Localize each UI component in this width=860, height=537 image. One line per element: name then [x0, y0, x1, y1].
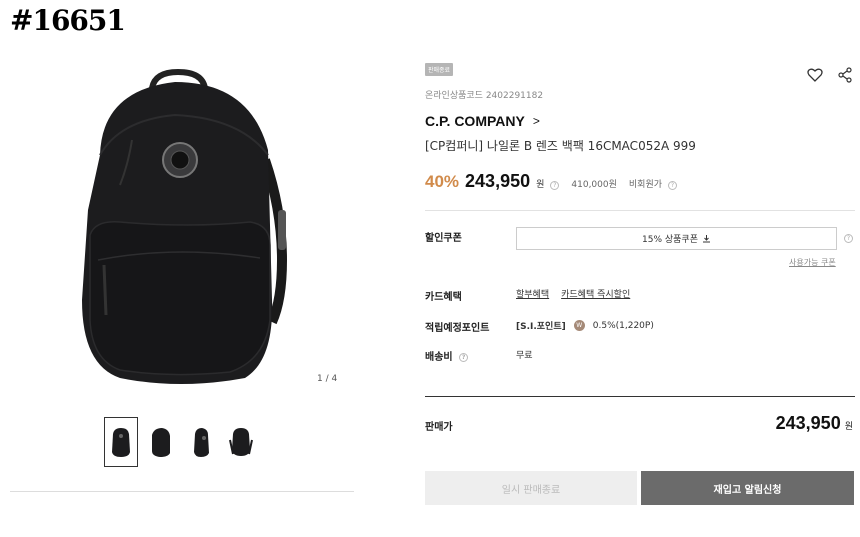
price-row: 40% 243,950 원 ? 410,000원 비회원가 ? — [425, 171, 678, 192]
section-divider — [425, 210, 855, 211]
brand-name: C.P. COMPANY — [425, 113, 525, 129]
restock-notify-button[interactable]: 재입고 알림신청 — [641, 471, 854, 505]
price-divider — [425, 396, 855, 397]
points-info: [S.I.포인트] W 0.5%(1,220P) — [516, 319, 654, 332]
current-price: 243,950 — [465, 171, 531, 191]
help-icon[interactable]: ? — [844, 234, 853, 243]
thumbnail-1[interactable] — [104, 417, 138, 467]
points-icon: W — [573, 320, 585, 331]
coupon-button-label: 15% 상품쿠폰 — [642, 235, 698, 245]
card-benefit-links: 할부혜택 카드혜택 즉시할인 — [516, 287, 630, 300]
help-icon[interactable]: ? — [668, 181, 678, 190]
currency-unit: 원 — [536, 180, 545, 190]
share-icon[interactable] — [836, 66, 854, 84]
points-value: 0.5%(1,220P) — [592, 320, 654, 331]
sale-price-label: 판매가 — [425, 422, 453, 433]
shipping-label: 배송비 ? — [425, 348, 469, 363]
thumbnail-3[interactable] — [184, 417, 218, 467]
product-main-image[interactable] — [60, 60, 330, 390]
available-coupons-link[interactable]: 사용가능 쿠폰 — [789, 257, 836, 268]
discount-rate: 40% — [425, 172, 460, 191]
sale-price: 243,950 원 — [776, 413, 853, 434]
card-discount-link[interactable]: 카드혜택 즉시할인 — [561, 287, 630, 300]
image-id-watermark: #16651 — [10, 4, 126, 37]
coupon-label: 할인쿠폰 — [425, 233, 462, 244]
product-code: 온라인상품코드 2402291182 — [425, 91, 544, 101]
sold-out-button: 일시 판매종료 — [425, 471, 637, 505]
thumbnail-2[interactable] — [144, 417, 178, 467]
coupon-download-button[interactable]: 15% 상품쿠폰 — [516, 227, 837, 250]
points-label: 적립예정포인트 — [425, 323, 490, 334]
chevron-right-icon: > — [532, 114, 540, 128]
download-icon — [703, 235, 710, 243]
original-price: 410,000원 — [571, 180, 617, 190]
installment-link[interactable]: 할부혜택 — [516, 287, 549, 300]
brand-link[interactable]: C.P. COMPANY > — [425, 113, 540, 129]
heart-icon[interactable] — [806, 66, 824, 84]
thumbnail-strip — [104, 417, 258, 467]
compare-label: 비회원가 — [628, 180, 663, 190]
points-tag: [S.I.포인트] — [516, 322, 566, 332]
sale-price-value: 243,950 — [775, 413, 841, 433]
product-name: [CP컴퍼니] 나일론 B 렌즈 백팩 16CMAC052A 999 — [425, 139, 696, 153]
gallery-pager: 1 / 4 — [317, 374, 338, 384]
gallery-divider — [10, 491, 354, 492]
card-benefit-label: 카드혜택 — [425, 292, 462, 303]
help-icon[interactable]: ? — [550, 181, 560, 190]
help-icon[interactable]: ? — [459, 352, 469, 362]
sale-currency: 원 — [844, 422, 853, 432]
shipping-label-text: 배송비 — [425, 352, 453, 363]
sold-out-badge: 판매종료 — [425, 63, 454, 76]
thumbnail-4[interactable] — [224, 417, 258, 467]
shipping-value: 무료 — [516, 351, 533, 361]
action-icons — [806, 66, 854, 84]
